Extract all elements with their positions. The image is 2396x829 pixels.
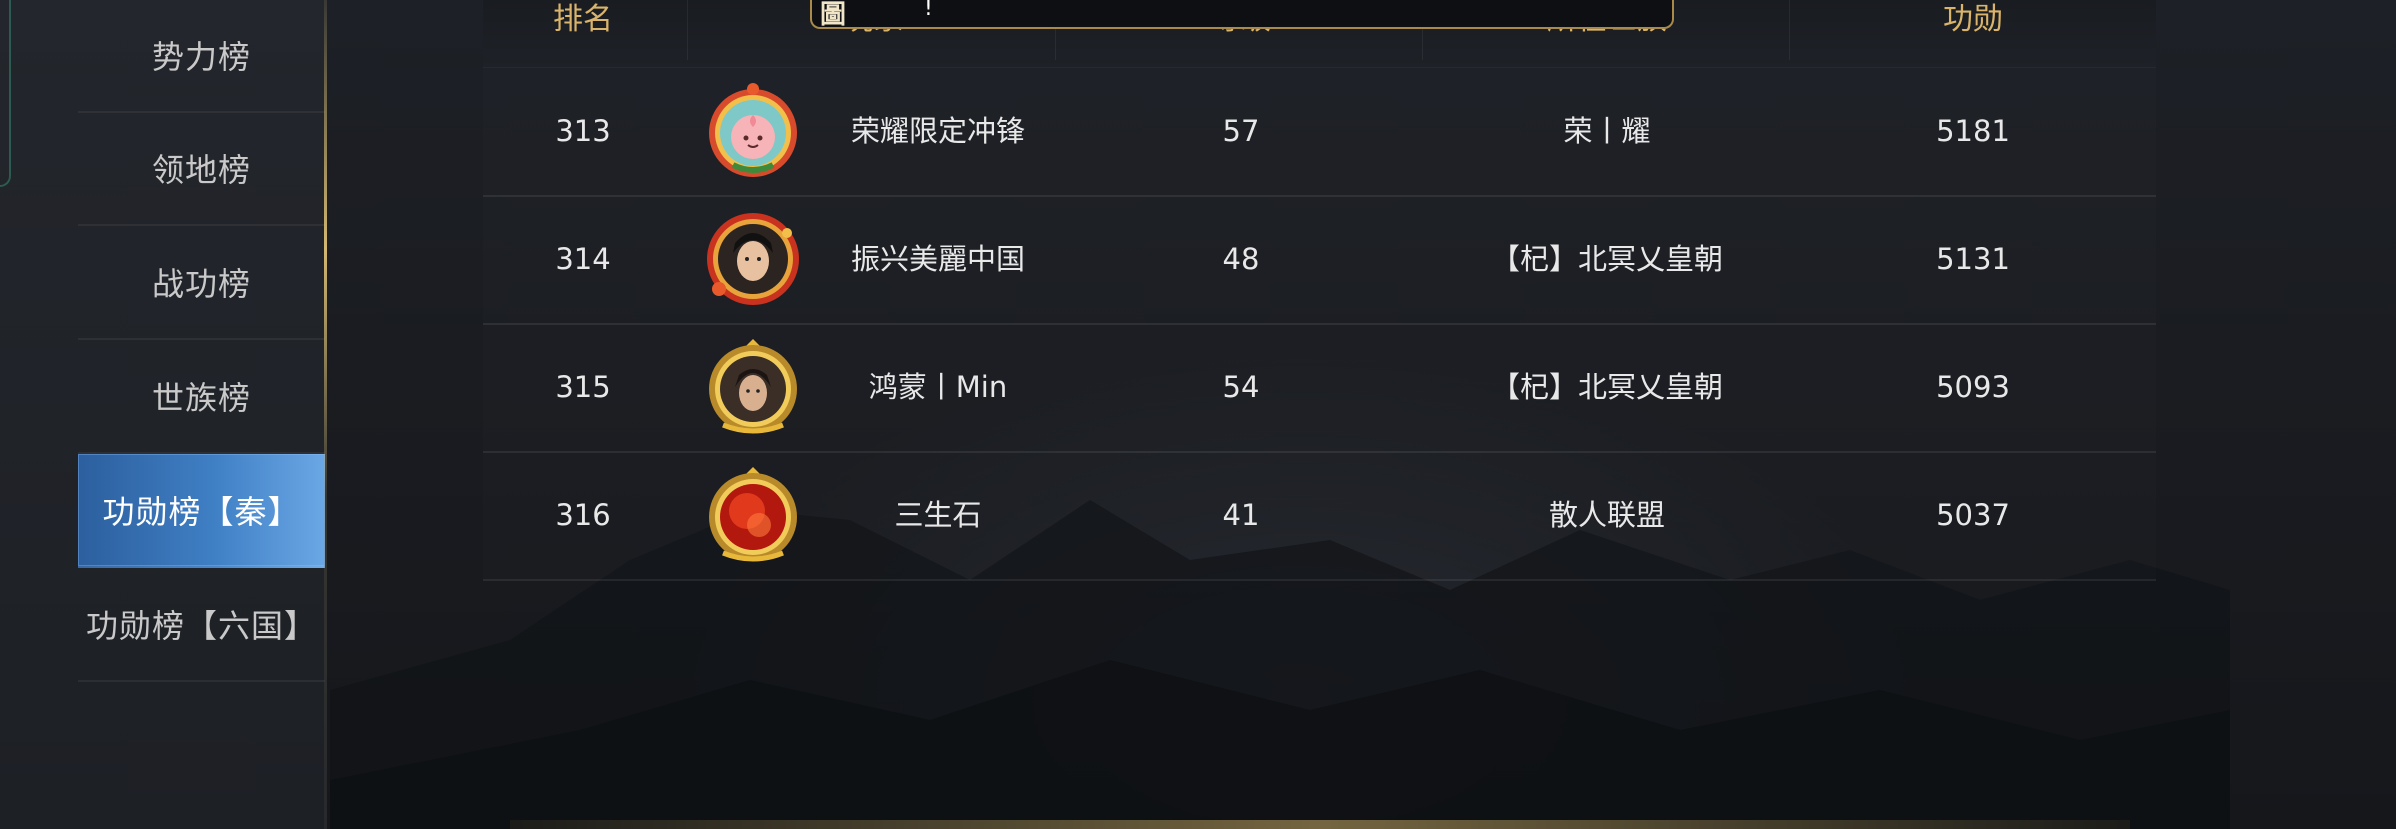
rank-cell: 314 — [555, 242, 611, 276]
sidebar-item-label: 功勋榜【六国】 — [85, 607, 317, 645]
table-row[interactable]: 313 荣耀限定冲锋 57 荣丨耀 5181 — [483, 67, 2156, 197]
level-cell: 54 — [1222, 370, 1260, 404]
clan-cell: 荣丨耀 — [1563, 114, 1651, 148]
sidebar-item-territory-ranking[interactable]: 领地榜 — [78, 112, 325, 226]
tooltip-icon: 圖 — [820, 0, 847, 30]
red-orb-avatar[interactable] — [703, 465, 803, 565]
clan-cell: 【杞】北冥乂皇朝 — [1490, 370, 1723, 404]
clan-cell: 散人联盟 — [1548, 498, 1665, 532]
table-row[interactable]: 315 鸿蒙丨Min 54 【杞】北冥乂皇朝 5093 — [483, 323, 2156, 453]
player-name: 鸿蒙丨Min — [868, 370, 1008, 404]
sidebar-item-battle-merit-ranking[interactable]: 战功榜 — [78, 226, 325, 340]
sidebar-edge-glow — [324, 0, 327, 829]
sidebar-item-label: 战功榜 — [151, 265, 251, 303]
player-name: 振兴美麗中国 — [850, 242, 1025, 276]
header-rank: 排名 — [553, 2, 613, 37]
sidebar-item-label: 势力榜 — [151, 38, 251, 76]
rank-cell: 313 — [555, 114, 611, 148]
header-merit: 功勋 — [1943, 2, 2003, 37]
player-name: 荣耀限定冲锋 — [850, 114, 1025, 148]
clan-cell: 【杞】北冥乂皇朝 — [1490, 242, 1723, 276]
sidebar-item-label: 功勋榜【秦】 — [102, 493, 301, 531]
sidebar-item-label: 世族榜 — [151, 379, 251, 417]
level-cell: 57 — [1222, 114, 1260, 148]
sidebar-item-label: 领地榜 — [151, 151, 251, 189]
female-warrior-avatar[interactable] — [703, 209, 803, 309]
ranking-sidebar: 势力榜 领地榜 战功榜 世族榜 功勋榜【秦】 功勋榜【六国】 — [0, 0, 327, 829]
merit-cell: 5181 — [1936, 114, 2010, 148]
ranking-table: 排名 玩家 等级 所在世族 功勋 313 荣耀限定冲锋 — [483, 0, 2156, 585]
sidebar-item-merit-six-states[interactable]: 功勋榜【六国】 — [78, 568, 325, 682]
tooltip-popup: 圖 ! — [810, 0, 1674, 30]
male-swordsman-avatar[interactable] — [703, 337, 803, 437]
sidebar-item-faction-ranking[interactable]: 势力榜 — [78, 0, 325, 113]
merit-cell: 5037 — [1936, 498, 2010, 532]
tooltip-text: ! — [924, 0, 933, 21]
rank-cell: 316 — [555, 498, 611, 532]
sidebar-item-merit-qin[interactable]: 功勋榜【秦】 — [78, 454, 325, 568]
table-row[interactable]: 314 振兴美麗中国 48 【杞】北冥乂皇朝 5131 — [483, 195, 2156, 325]
bottom-frame-bar — [510, 820, 2130, 829]
merit-cell: 5131 — [1936, 242, 2010, 276]
sidebar-accent — [0, 0, 11, 187]
sidebar-item-clan-ranking[interactable]: 世族榜 — [78, 340, 325, 454]
player-name: 三生石 — [894, 498, 982, 532]
peach-mascot-avatar[interactable] — [703, 81, 803, 181]
rank-cell: 315 — [555, 370, 611, 404]
level-cell: 48 — [1222, 242, 1260, 276]
level-cell: 41 — [1222, 498, 1260, 532]
table-row[interactable]: 316 三生石 41 散人联盟 5037 — [483, 451, 2156, 581]
merit-cell: 5093 — [1936, 370, 2010, 404]
